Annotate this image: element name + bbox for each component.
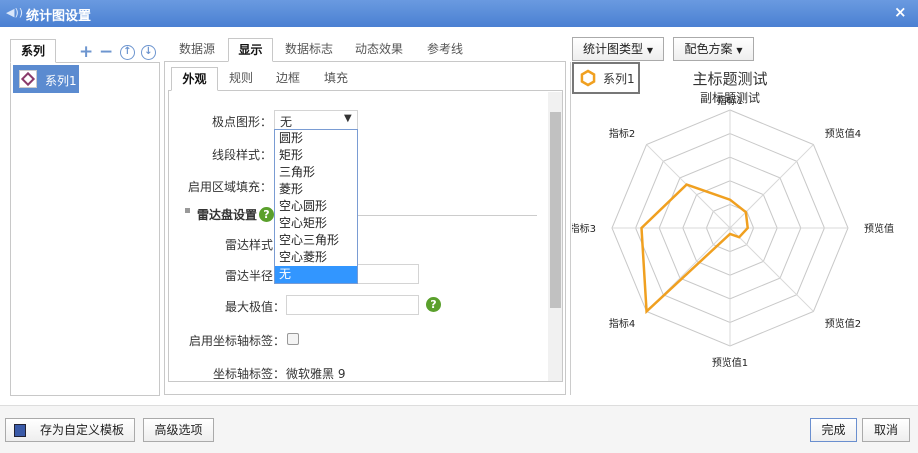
tab-data-label[interactable]: 数据标志 [276, 38, 342, 62]
remove-icon[interactable]: − [99, 42, 113, 62]
footer [0, 405, 918, 453]
tab-rules[interactable]: 规则 [220, 67, 262, 91]
help-icon[interactable]: ? [426, 297, 441, 312]
radar-style-label: 雷达样式： [224, 238, 285, 252]
tab-animation[interactable]: 动态效果 [346, 38, 412, 62]
dropdown-option[interactable]: 无 [275, 266, 357, 283]
save-template-button[interactable]: 存为自定义模板 [5, 418, 135, 442]
dropdown-option[interactable]: 三角形 [275, 164, 357, 181]
chevron-down-icon: ▼ [646, 46, 653, 55]
max-value-input[interactable] [286, 295, 419, 315]
move-up-icon[interactable]: ↑ [120, 45, 135, 60]
series-line [640, 183, 750, 315]
tab-reference-line[interactable]: 参考线 [416, 38, 474, 62]
marker-value: 无 [280, 115, 293, 129]
axis-label-checkbox[interactable] [287, 333, 299, 345]
scrollbar-thumb[interactable] [550, 112, 561, 308]
axis-label: 预览值2 [825, 317, 861, 330]
dropdown-option[interactable]: 空心菱形 [275, 249, 357, 266]
axis-label: 预览值1 [712, 356, 748, 369]
dropdown-option[interactable]: 空心三角形 [275, 232, 357, 249]
series-icon [19, 70, 37, 88]
dropdown-option[interactable]: 空心矩形 [275, 215, 357, 232]
axis-label: 指标2 [609, 127, 635, 140]
color-scheme-label: 配色方案 [684, 42, 733, 56]
title-bar: ◀)) 统计图设置 × [0, 0, 918, 27]
marker-dropdown-list: 圆形 矩形 三角形 菱形 空心圆形 空心矩形 空心三角形 空心菱形无 [274, 129, 358, 284]
tab-display[interactable]: 显示 [228, 38, 273, 62]
axis-label-font-value[interactable]: 微软雅黑 9 [286, 365, 345, 382]
dropdown-option[interactable]: 空心圆形 [275, 198, 357, 215]
chart-title: 主标题测试 [692, 70, 767, 88]
axis-label-font-label: 坐标轴标签： [212, 367, 285, 381]
axis-label: 指标1 [717, 94, 743, 107]
tab-series[interactable]: 系列 [10, 39, 56, 63]
advanced-options-button[interactable]: 高级选项 [143, 418, 214, 442]
tab-fill[interactable]: 填充 [314, 67, 358, 91]
speaker-icon: ◀)) [6, 6, 24, 19]
radar-section-title: 雷达盘设置 [197, 208, 258, 222]
axis-label: 指标3 [572, 222, 596, 235]
chevron-down-icon: ▼ [736, 46, 743, 55]
series-item[interactable]: 系列1 [13, 65, 79, 93]
chart-type-button[interactable]: 统计图类型 ▼ [572, 37, 664, 61]
help-icon[interactable]: ? [259, 207, 274, 222]
radar-chart: 系列1 主标题测试 副标题测试 指标1预览值4预览值预览值2预览值1指标4指标3… [572, 62, 894, 369]
legend-label: 系列1 [603, 72, 635, 86]
dropdown-option[interactable]: 矩形 [275, 147, 357, 164]
section-bullet [185, 208, 190, 213]
max-value-label: 最大极值： [224, 300, 285, 314]
axis-label: 预览值 [864, 222, 894, 235]
tab-data-source[interactable]: 数据源 [168, 38, 226, 62]
marker-label: 极点图形： [211, 115, 272, 129]
tab-appearance[interactable]: 外观 [171, 67, 218, 91]
window-title: 统计图设置 [26, 9, 92, 24]
axis-label: 预览值4 [825, 127, 861, 140]
chart-type-label: 统计图类型 [583, 42, 644, 56]
color-scheme-button[interactable]: 配色方案 ▼ [673, 37, 754, 61]
done-button[interactable]: 完成 [810, 418, 857, 442]
area-fill-label: 启用区域填充： [187, 180, 272, 194]
dropdown-option[interactable]: 圆形 [275, 130, 357, 147]
line-style-label: 线段样式： [211, 148, 272, 162]
save-template-label: 存为自定义模板 [40, 423, 125, 437]
tab-border[interactable]: 边框 [266, 67, 310, 91]
dropdown-option[interactable]: 菱形 [275, 181, 357, 198]
marker-select[interactable]: 无 ▼ [274, 110, 358, 130]
scrollbar[interactable] [548, 92, 562, 381]
close-button[interactable]: × [894, 3, 907, 21]
divider [570, 62, 571, 395]
save-icon [14, 424, 26, 437]
axis-label-enable-label: 启用坐标轴标签： [188, 334, 285, 348]
axis-label: 指标4 [609, 317, 635, 330]
chevron-down-icon: ▼ [344, 113, 352, 124]
add-icon[interactable]: + [79, 42, 93, 62]
cancel-button[interactable]: 取消 [862, 418, 910, 442]
move-down-icon[interactable]: ↓ [141, 45, 156, 60]
radar-radius-label: 雷达半径： [224, 269, 285, 283]
series-item-label: 系列1 [45, 74, 77, 88]
